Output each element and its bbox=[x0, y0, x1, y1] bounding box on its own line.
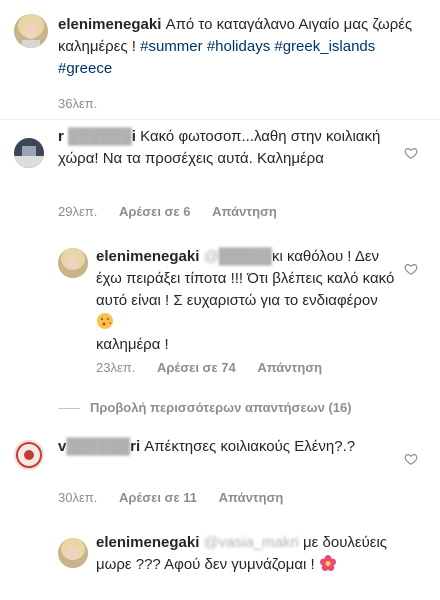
comment-1: r ██████i Κακό φωτοσοπ...λαθη στην κοιλι… bbox=[58, 126, 398, 170]
post-caption: elenimenegaki Από το καταγάλανο Αιγαίο μ… bbox=[58, 14, 428, 80]
reply-2-username[interactable]: elenimenegaki bbox=[96, 534, 199, 551]
avatar-commenter-1[interactable] bbox=[14, 138, 44, 168]
comment-1-username[interactable]: r bbox=[58, 128, 64, 145]
like-heart-icon[interactable] bbox=[404, 262, 418, 276]
reply-2: elenimenegaki @vasia_makri με δουλεύεις … bbox=[96, 532, 396, 576]
comment-1-reply-button[interactable]: Απάντηση bbox=[212, 204, 277, 219]
reply-1-mention-redacted[interactable]: @█████ bbox=[204, 248, 272, 265]
reply-1-time: 23λεπ. bbox=[96, 360, 136, 375]
reply-1-reply-button[interactable]: Απάντηση bbox=[257, 360, 322, 375]
like-heart-icon[interactable] bbox=[404, 452, 418, 466]
comment-1-likes[interactable]: Αρέσει σε 6 bbox=[119, 204, 191, 219]
reply-2-mention[interactable]: @vasia_makri bbox=[204, 534, 299, 551]
comment-2: v██████ri Απέκτησες κοιλιακούς Ελένη?.? bbox=[58, 436, 398, 458]
comment-2-username-redacted: ██████ bbox=[66, 438, 131, 455]
avatar-elenimenegaki-reply[interactable] bbox=[58, 248, 88, 278]
comment-2-username-end[interactable]: ri bbox=[130, 438, 140, 455]
hashtag-greek-islands[interactable]: #greek_islands bbox=[274, 38, 375, 55]
post-meta: 36λεπ. bbox=[58, 96, 115, 111]
hashtag-greece[interactable]: #greece bbox=[58, 60, 112, 77]
reply-1-meta: 23λεπ. Αρέσει σε 74 Απάντηση bbox=[96, 360, 340, 375]
avatar-elenimenegaki[interactable] bbox=[14, 14, 48, 48]
comment-1-username-redacted: ██████ bbox=[68, 128, 132, 145]
comment-1-username-end[interactable]: i bbox=[132, 128, 136, 145]
comment-1-meta: 29λεπ. Αρέσει σε 6 Απάντηση bbox=[58, 204, 295, 219]
view-more-line bbox=[58, 408, 80, 409]
avatar-commenter-2[interactable] bbox=[14, 440, 44, 470]
comment-2-reply-button[interactable]: Απάντηση bbox=[219, 490, 284, 505]
like-heart-icon[interactable] bbox=[404, 146, 418, 160]
comment-1-time: 29λεπ. bbox=[58, 204, 98, 219]
comment-2-text: Απέκτησες κοιλιακούς Ελένη?.? bbox=[144, 438, 356, 455]
view-more-replies-button[interactable]: Προβολή περισσότερων απαντήσεων (16) bbox=[90, 400, 352, 415]
post-time: 36λεπ. bbox=[58, 96, 98, 111]
reply-1: elenimenegaki @█████κι καθόλου ! Δεν έχω… bbox=[96, 246, 396, 356]
reply-1-text-end: καλημέρα ! bbox=[96, 336, 169, 353]
divider bbox=[0, 119, 440, 120]
post-username[interactable]: elenimenegaki bbox=[58, 16, 161, 33]
comment-2-time: 30λεπ. bbox=[58, 490, 98, 505]
hashtag-holidays[interactable]: #holidays bbox=[207, 38, 270, 55]
flower-emoji-icon bbox=[319, 554, 337, 572]
kiss-emoji-icon bbox=[96, 312, 114, 330]
reply-1-username[interactable]: elenimenegaki bbox=[96, 248, 199, 265]
avatar-elenimenegaki-reply-2[interactable] bbox=[58, 538, 88, 568]
comment-2-meta: 30λεπ. Αρέσει σε 11 Απάντηση bbox=[58, 490, 301, 505]
reply-1-likes[interactable]: Αρέσει σε 74 bbox=[157, 360, 236, 375]
comment-2-likes[interactable]: Αρέσει σε 11 bbox=[119, 490, 197, 505]
hashtag-summer[interactable]: #summer bbox=[140, 38, 203, 55]
